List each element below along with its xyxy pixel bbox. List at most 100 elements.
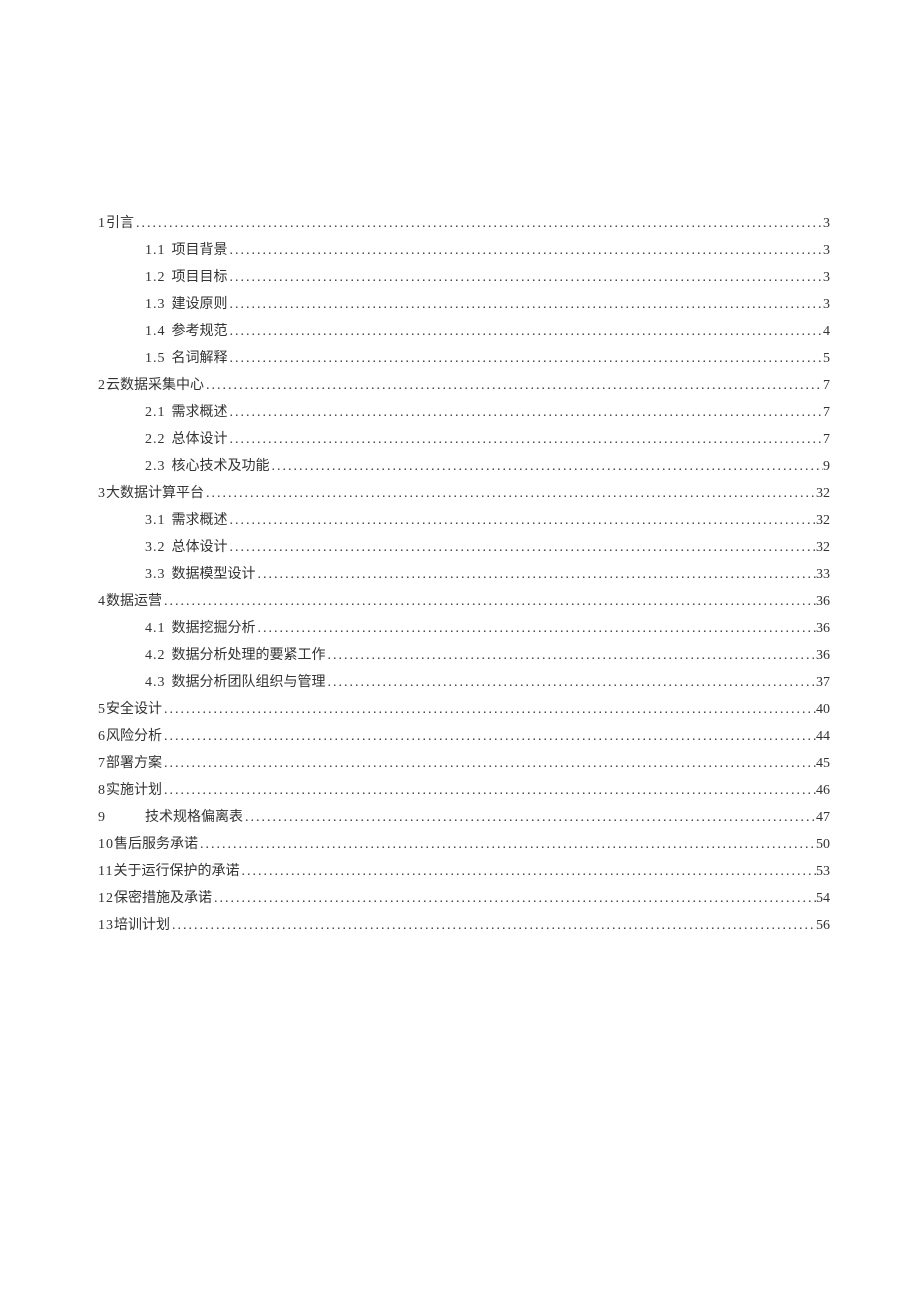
toc-entry: 1.4参考规范 4 [98, 318, 830, 345]
toc-leader-dots [326, 642, 817, 669]
toc-leader-dots [326, 669, 817, 696]
toc-title: 1.1项目背景 [145, 237, 228, 264]
toc-page-number: 53 [816, 858, 830, 885]
toc-page-number: 47 [816, 804, 830, 831]
toc-entry: 9技术规格偏离表 47 [98, 804, 830, 831]
toc-page-number: 36 [816, 615, 830, 642]
toc-entry: 1引言 3 [98, 210, 830, 237]
toc-entry: 4数据运营 36 [98, 588, 830, 615]
toc-title: 12保密措施及承诺 [98, 885, 212, 912]
toc-entry: 2.1需求概述 7 [98, 399, 830, 426]
toc-page-number: 3 [823, 264, 830, 291]
toc-title: 1.5名词解释 [145, 345, 228, 372]
toc-entry: 1.5名词解释 5 [98, 345, 830, 372]
toc-entry: 4.2数据分析处理的要紧工作 36 [98, 642, 830, 669]
toc-leader-dots [162, 750, 816, 777]
toc-page-number: 36 [816, 588, 830, 615]
toc-title: 2.3核心技术及功能 [145, 453, 270, 480]
toc-page-number: 7 [823, 399, 830, 426]
toc-entry: 3.3数据模型设计 33 [98, 561, 830, 588]
toc-page-number: 45 [816, 750, 830, 777]
toc-title: 1.4参考规范 [145, 318, 228, 345]
toc-page-number: 7 [823, 372, 830, 399]
toc-leader-dots [228, 318, 824, 345]
toc-entry: 11关于运行保护的承诺 53 [98, 858, 830, 885]
toc-title: 4.1数据挖掘分析 [145, 615, 256, 642]
toc-leader-dots [228, 291, 824, 318]
toc-entry: 2云数据采集中心 7 [98, 372, 830, 399]
toc-title: 3.2总体设计 [145, 534, 228, 561]
toc-entry: 3.1需求概述 32 [98, 507, 830, 534]
toc-page-number: 32 [816, 480, 830, 507]
toc-title: 9技术规格偏离表 [98, 804, 243, 831]
toc-title: 8实施计划 [98, 777, 162, 804]
toc-leader-dots [239, 858, 816, 885]
toc-page-number: 54 [816, 885, 830, 912]
toc-title: 5安全设计 [98, 696, 162, 723]
toc-leader-dots [256, 615, 817, 642]
toc-title: 11关于运行保护的承诺 [98, 858, 239, 885]
toc-page-number: 44 [816, 723, 830, 750]
toc-entry: 2.3核心技术及功能 9 [98, 453, 830, 480]
toc-entry: 7部署方案 45 [98, 750, 830, 777]
toc-leader-dots [198, 831, 816, 858]
toc-title: 6风险分析 [98, 723, 162, 750]
toc-page-number: 32 [816, 534, 830, 561]
toc-leader-dots [228, 399, 824, 426]
toc-entry: 8实施计划 46 [98, 777, 830, 804]
toc-leader-dots [228, 426, 824, 453]
toc-page-number: 9 [823, 453, 830, 480]
toc-entry: 3大数据计算平台 32 [98, 480, 830, 507]
toc-title: 10售后服务承诺 [98, 831, 198, 858]
toc-page-number: 40 [816, 696, 830, 723]
table-of-contents: 1引言 3 1.1项目背景 3 1.2项目目标 3 1.3建设原则 3 1.4参… [98, 210, 830, 939]
toc-leader-dots [228, 264, 824, 291]
toc-entry: 2.2总体设计 7 [98, 426, 830, 453]
toc-entry: 5安全设计 40 [98, 696, 830, 723]
toc-page-number: 46 [816, 777, 830, 804]
toc-title: 7部署方案 [98, 750, 162, 777]
toc-entry: 1.3建设原则 3 [98, 291, 830, 318]
toc-title: 4.2数据分析处理的要紧工作 [145, 642, 326, 669]
toc-title: 3.1需求概述 [145, 507, 228, 534]
toc-entry: 6风险分析 44 [98, 723, 830, 750]
toc-title: 1.2项目目标 [145, 264, 228, 291]
toc-title: 4数据运营 [98, 588, 162, 615]
toc-entry: 4.1数据挖掘分析 36 [98, 615, 830, 642]
toc-page-number: 3 [823, 210, 830, 237]
toc-title: 13培训计划 [98, 912, 170, 939]
toc-entry: 10售后服务承诺 50 [98, 831, 830, 858]
toc-title: 1.3建设原则 [145, 291, 228, 318]
toc-page-number: 37 [816, 669, 830, 696]
toc-leader-dots [228, 507, 817, 534]
toc-title: 2.1需求概述 [145, 399, 228, 426]
toc-leader-dots [228, 534, 817, 561]
toc-title: 1引言 [98, 210, 134, 237]
toc-leader-dots [134, 210, 823, 237]
toc-leader-dots [228, 237, 824, 264]
toc-page-number: 7 [823, 426, 830, 453]
toc-page-number: 5 [823, 345, 830, 372]
toc-leader-dots [204, 372, 823, 399]
toc-page-number: 33 [816, 561, 830, 588]
toc-leader-dots [170, 912, 816, 939]
toc-title: 3.3数据模型设计 [145, 561, 256, 588]
toc-page-number: 56 [816, 912, 830, 939]
toc-leader-dots [256, 561, 817, 588]
toc-page-number: 4 [823, 318, 830, 345]
toc-entry: 13培训计划 56 [98, 912, 830, 939]
toc-entry: 1.2项目目标 3 [98, 264, 830, 291]
toc-entry: 4.3数据分析团队组织与管理 37 [98, 669, 830, 696]
toc-page-number: 50 [816, 831, 830, 858]
toc-title: 2.2总体设计 [145, 426, 228, 453]
toc-title: 4.3数据分析团队组织与管理 [145, 669, 326, 696]
toc-leader-dots [243, 804, 816, 831]
page-content: 1引言 3 1.1项目背景 3 1.2项目目标 3 1.3建设原则 3 1.4参… [0, 0, 920, 939]
toc-entry: 1.1项目背景 3 [98, 237, 830, 264]
toc-leader-dots [162, 777, 816, 804]
toc-page-number: 3 [823, 291, 830, 318]
toc-leader-dots [162, 696, 816, 723]
toc-entry: 12保密措施及承诺 54 [98, 885, 830, 912]
toc-page-number: 3 [823, 237, 830, 264]
toc-title: 2云数据采集中心 [98, 372, 204, 399]
